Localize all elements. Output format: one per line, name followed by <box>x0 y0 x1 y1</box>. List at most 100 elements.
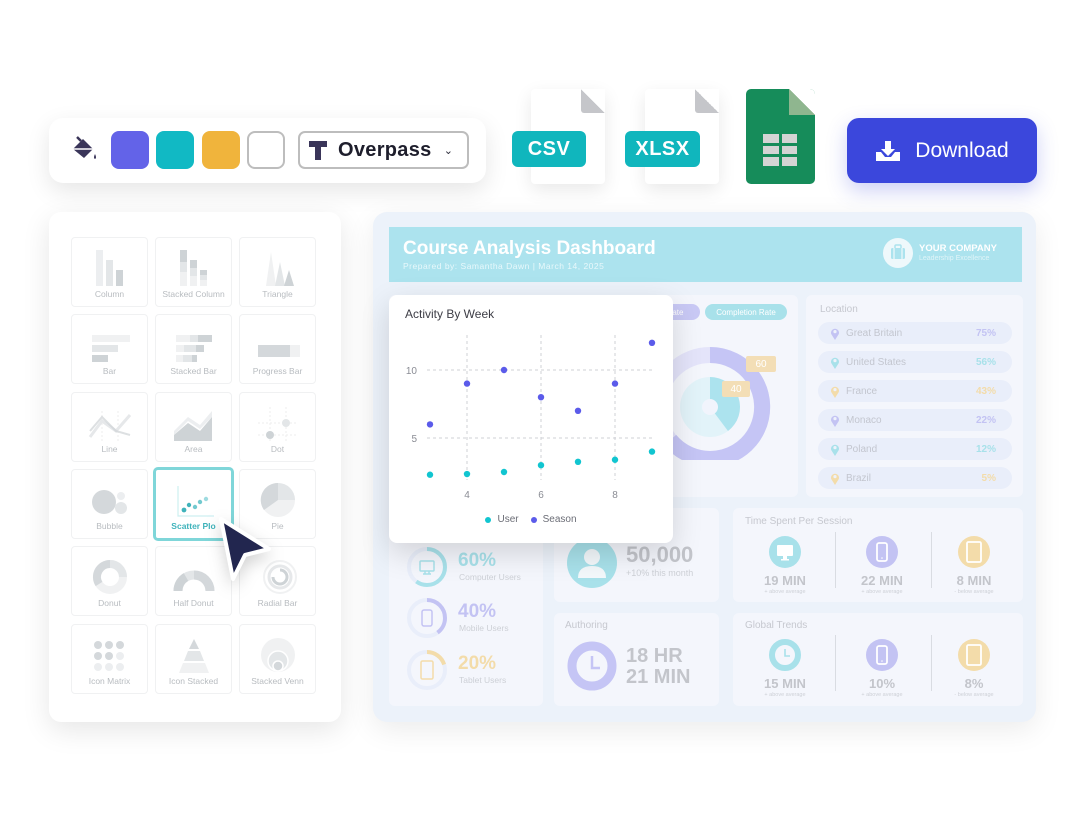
scatter-point-user <box>500 468 508 476</box>
global-trends-note: + above average <box>764 692 806 698</box>
map-pin-icon <box>831 415 839 427</box>
clock-icon <box>567 641 617 696</box>
download-tray-icon <box>876 140 901 161</box>
scatter-point-user <box>426 471 434 478</box>
stacked-bar-chart-icon <box>172 323 216 363</box>
phone-icon <box>866 639 898 676</box>
xlsx-badge[interactable]: XLSX <box>625 131 700 167</box>
donut-label-40: 40 <box>722 381 750 397</box>
half-donut-chart-icon <box>172 555 216 595</box>
scatter-point-season <box>537 394 545 401</box>
download-button[interactable]: Download <box>847 118 1037 183</box>
device-percent: 20% <box>458 653 497 674</box>
y-tick-label: 5 <box>411 434 417 445</box>
chart-type-label: Half Donut <box>173 598 214 608</box>
text-T-icon <box>309 141 327 160</box>
icon-matrix-chart-icon <box>88 633 132 673</box>
x-tick-label: 6 <box>538 490 544 501</box>
chart-type-label: Bubble <box>96 521 123 531</box>
location-country: Great Britain <box>846 327 903 339</box>
x-tick-label: 4 <box>464 490 470 501</box>
chart-type-stacked-venn[interactable]: Stacked Venn <box>239 624 316 694</box>
chart-type-triangle[interactable]: Triangle <box>239 237 316 307</box>
scatter-plot: 4 6 8 5 10 <box>406 335 656 501</box>
swatch-white[interactable] <box>247 131 285 169</box>
chart-type-stacked-bar[interactable]: Stacked Bar <box>155 314 232 384</box>
chart-type-line[interactable]: Line <box>71 392 148 462</box>
chart-type-area[interactable]: Area <box>155 392 232 462</box>
location-country: Brazil <box>846 472 872 484</box>
legend-season-swatch <box>530 516 537 523</box>
chart-legend: User Season <box>389 514 673 525</box>
users-value: 50,000 <box>626 542 694 567</box>
scatter-plo-chart-icon <box>172 478 216 518</box>
briefcase-icon <box>883 238 913 268</box>
bubble-chart-icon <box>88 478 132 518</box>
swatch-teal[interactable] <box>156 131 194 169</box>
pie-chart-icon <box>256 478 300 518</box>
global-trends-note: - below average <box>954 692 994 698</box>
time-per-session-note: + above average <box>764 589 806 595</box>
chart-type-label: Progress Bar <box>252 366 303 376</box>
chart-type-dot[interactable]: Dot <box>239 392 316 462</box>
dot-chart-icon <box>256 401 300 441</box>
location-percent: 43% <box>975 385 996 397</box>
font-select[interactable]: Overpass ⌄ <box>298 131 469 169</box>
scatter-point-user <box>574 458 582 465</box>
time-per-session-value: 8 MIN <box>956 573 992 588</box>
chart-type-icon-matrix[interactable]: Icon Matrix <box>71 624 148 694</box>
donut-chart-icon <box>88 555 132 595</box>
chart-type-label: Donut <box>98 598 121 608</box>
paint-bucket-icon[interactable] <box>67 135 99 167</box>
chart-type-label: Triangle <box>262 289 293 299</box>
monitor-icon <box>769 536 801 573</box>
chart-type-label: Bar <box>102 366 117 376</box>
scatter-point-season <box>648 339 656 346</box>
sheets-icon[interactable] <box>746 89 815 184</box>
file-fold-icon <box>789 89 815 115</box>
global-trends-value: 10% <box>868 676 896 691</box>
dashboard-subtitle: Prepared by: Samantha Dawn | March 14, 2… <box>403 261 605 271</box>
chart-type-label: Icon Stacked <box>168 676 219 686</box>
csv-badge[interactable]: CSV <box>512 131 586 167</box>
chevron-down-icon: ⌄ <box>443 144 453 157</box>
location-percent: 12% <box>975 443 996 455</box>
scatter-point-user <box>648 448 656 455</box>
global-trends-note: + above average <box>861 692 903 698</box>
location-percent: 22% <box>975 414 996 426</box>
download-label: Download <box>915 138 1009 162</box>
chart-type-stacked-column[interactable]: Stacked Column <box>155 237 232 307</box>
authoring-minutes: 21 MIN <box>626 666 691 688</box>
swatch-purple[interactable] <box>111 131 149 169</box>
chart-type-progress-bar[interactable]: Progress Bar <box>239 314 316 384</box>
user-avatar-icon <box>567 538 617 588</box>
scatter-point-season <box>426 421 434 428</box>
tablet-icon <box>958 639 990 676</box>
global-trends-value: 8% <box>964 676 984 691</box>
device-label: Mobile Users <box>459 623 509 633</box>
chart-type-bar[interactable]: Bar <box>71 314 148 384</box>
device-label: Computer Users <box>459 572 521 582</box>
scatter-point-user <box>611 456 619 463</box>
chart-type-icon-stacked[interactable]: Icon Stacked <box>155 624 232 694</box>
time-per-session-title: Time Spent Per Session <box>745 516 853 527</box>
chart-type-donut[interactable]: Donut <box>71 546 148 616</box>
time-per-session-value: 19 MIN <box>764 573 806 588</box>
chart-type-bubble[interactable]: Bubble <box>71 469 148 539</box>
donut-label-60: 60 <box>746 356 776 372</box>
scatter-point-season <box>463 380 471 387</box>
chart-type-column[interactable]: Column <box>71 237 148 307</box>
chart-type-label: Icon Matrix <box>88 676 131 686</box>
chart-type-label: Dot <box>270 444 285 454</box>
chart-type-label: Radial Bar <box>257 598 298 608</box>
device-ring-1 <box>405 596 449 645</box>
font-name: Overpass <box>338 138 432 161</box>
scatter-point-season <box>500 366 508 374</box>
location-title: Location <box>820 304 858 315</box>
legend-season[interactable]: Season <box>530 514 577 525</box>
location-row: Brazil 5% <box>818 467 1012 489</box>
legend-user[interactable]: User <box>485 514 519 525</box>
map-pin-icon <box>831 473 839 485</box>
swatch-amber[interactable] <box>202 131 240 169</box>
location-country: United States <box>846 356 907 368</box>
